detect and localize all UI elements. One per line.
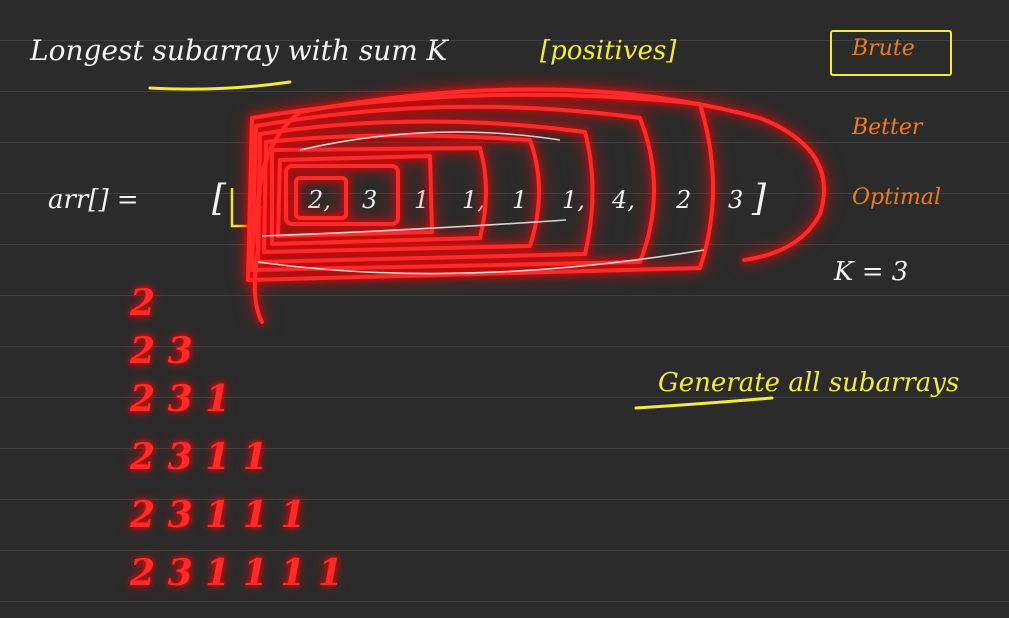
generate-note: Generate all subarrays: [658, 368, 960, 398]
subarray-row: 2: [130, 282, 156, 324]
subarray-boxes: [246, 87, 826, 324]
subarray-row: 2 3 1 1 1 1: [130, 552, 343, 594]
subarray-row: 2 3 1 1: [130, 436, 268, 478]
bracket-underline: [230, 188, 250, 228]
whiteboard-canvas: Longest subarray with sum K [positives] …: [0, 0, 1009, 618]
subarray-row: 2 3 1 1 1: [130, 494, 306, 536]
subarray-row: 2 3 1: [130, 378, 231, 420]
title-underline: [148, 80, 292, 91]
subarray-row: 2 3: [130, 330, 193, 372]
note-underline: [634, 396, 774, 410]
